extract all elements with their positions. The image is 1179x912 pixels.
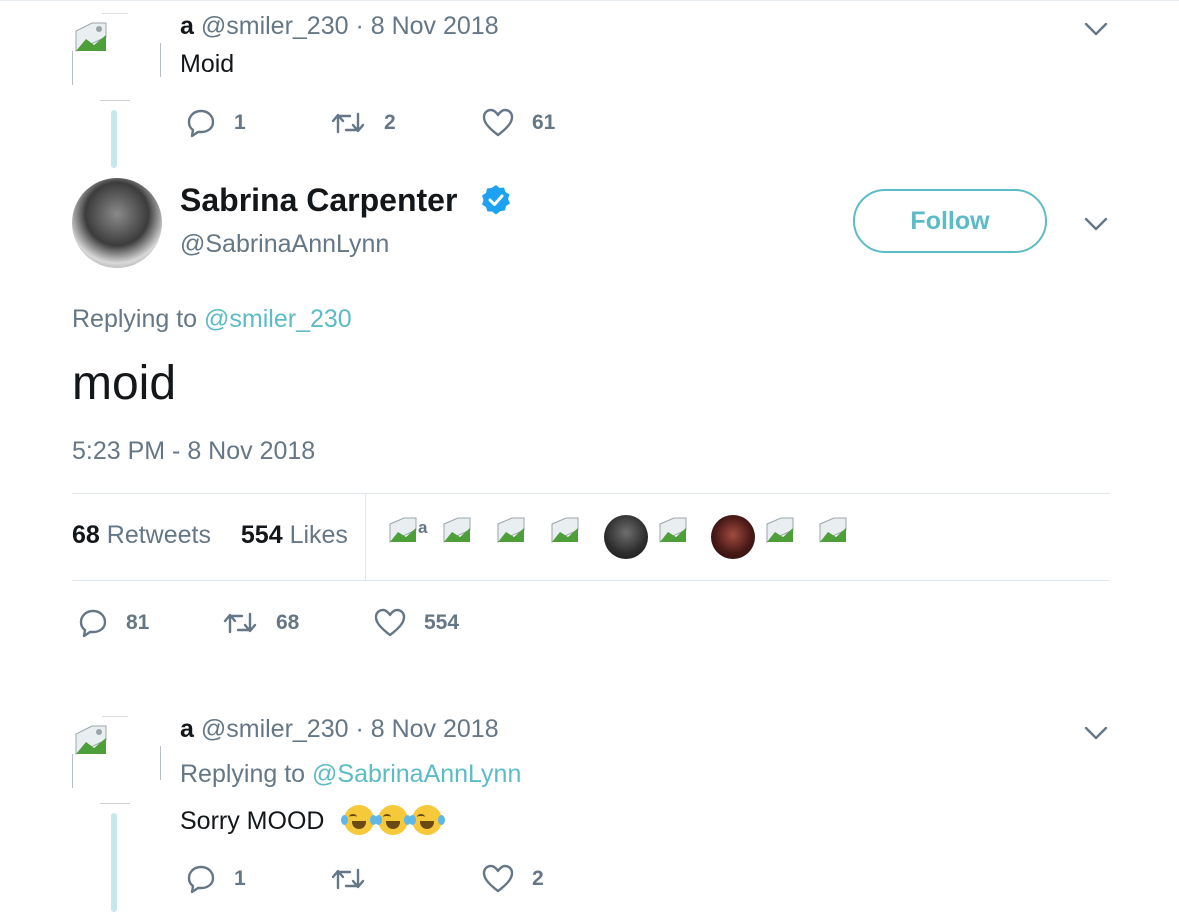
reply-count: 1	[234, 111, 246, 134]
handle[interactable]: @smiler_230	[201, 715, 349, 743]
verified-badge-icon	[482, 185, 510, 215]
replying-handle-link[interactable]: @SabrinaAnnLynn	[312, 760, 521, 788]
thread-line	[111, 813, 117, 912]
retweet-count: 68	[276, 611, 300, 634]
retweet-button[interactable]: 68	[222, 608, 299, 638]
laughing-tears-emoji-icon	[375, 805, 412, 835]
reply-button[interactable]: 1	[186, 864, 246, 894]
tweet-thread-page: a @smiler_230 · 8 Nov 2018 Moid 1 2 61 S…	[0, 0, 1179, 912]
avatar-sabrina[interactable]	[72, 178, 162, 268]
tweet-text-body: Sorry MOOD	[180, 807, 325, 835]
laughing-tears-emoji-icon	[409, 805, 446, 835]
divider	[72, 580, 1110, 581]
chevron-down-icon[interactable]	[1083, 725, 1109, 741]
tweet-date[interactable]: · 8 Nov 2018	[355, 12, 498, 40]
avatar[interactable]	[711, 515, 755, 559]
tweet-text: Moid	[180, 50, 235, 78]
heart-icon	[482, 864, 514, 893]
reply-button[interactable]: 1	[186, 108, 246, 138]
tweet-header: a @smiler_230 · 8 Nov 2018	[180, 12, 499, 41]
broken-image-icon[interactable]	[658, 514, 698, 560]
reply-count: 1	[234, 867, 246, 890]
replying-prefix: Replying to	[72, 305, 198, 333]
retweet-icon	[223, 612, 257, 634]
tweet-stats: 68 Retweets 554 Likes	[72, 521, 348, 550]
like-button[interactable]: 61	[482, 108, 555, 138]
tweet-text: moid	[72, 357, 177, 410]
display-name[interactable]: a	[180, 12, 194, 40]
retweet-button[interactable]: 2	[330, 108, 396, 138]
like-button[interactable]: 2	[482, 864, 544, 894]
likes-stat[interactable]: 554 Likes	[241, 521, 348, 549]
reply-count: 81	[126, 611, 150, 634]
broken-image-icon[interactable]	[818, 514, 858, 560]
tweet-timestamp[interactable]: 5:23 PM - 8 Nov 2018	[72, 437, 315, 466]
broken-image-icon[interactable]	[442, 514, 482, 560]
chevron-down-icon[interactable]	[1083, 216, 1109, 232]
reply-icon	[79, 609, 107, 638]
tweet-header: a @smiler_230 · 8 Nov 2018	[180, 715, 499, 744]
like-button[interactable]: 554	[374, 608, 459, 638]
divider	[72, 493, 1110, 494]
avatar[interactable]	[72, 716, 162, 806]
like-count: 2	[532, 867, 544, 890]
reply-icon	[187, 865, 215, 894]
handle[interactable]: @SabrinaAnnLynn	[180, 230, 389, 259]
display-name[interactable]: Sabrina Carpenter	[180, 182, 457, 219]
thread-line	[111, 110, 117, 168]
like-count: 554	[424, 611, 460, 634]
follow-button[interactable]: Follow	[853, 189, 1047, 253]
retweet-icon	[331, 112, 365, 134]
top-border	[0, 0, 1179, 1]
retweet-count: 2	[384, 111, 396, 134]
tweet-text: Sorry MOOD	[180, 805, 446, 836]
display-name[interactable]: a	[180, 715, 194, 743]
broken-image-icon	[75, 725, 107, 755]
retweet-icon	[331, 868, 365, 890]
replying-handle-link[interactable]: @smiler_230	[204, 305, 352, 333]
like-count: 61	[532, 111, 556, 134]
replying-to: Replying to @SabrinaAnnLynn	[180, 760, 521, 789]
heart-icon	[482, 108, 514, 137]
avatar[interactable]	[604, 515, 648, 559]
replying-to: Replying to @smiler_230	[72, 305, 352, 334]
retweets-stat[interactable]: 68 Retweets	[72, 521, 211, 549]
tweet-date[interactable]: · 8 Nov 2018	[355, 715, 498, 743]
retweet-button[interactable]	[330, 864, 384, 894]
handle[interactable]: @smiler_230	[201, 12, 349, 40]
avatar[interactable]	[72, 13, 162, 103]
laughing-tears-emoji-icon	[341, 805, 378, 835]
liker-letter: a	[418, 518, 428, 537]
broken-image-icon[interactable]	[496, 514, 536, 560]
broken-image-icon	[75, 22, 107, 52]
heart-icon	[374, 608, 406, 637]
reply-button[interactable]: 81	[78, 608, 149, 638]
broken-image-icon[interactable]	[765, 514, 805, 560]
reply-icon	[187, 109, 215, 138]
chevron-down-icon[interactable]	[1083, 21, 1109, 37]
broken-image-icon[interactable]	[550, 514, 590, 560]
stats-divider	[365, 494, 366, 580]
replying-prefix: Replying to	[180, 760, 306, 788]
